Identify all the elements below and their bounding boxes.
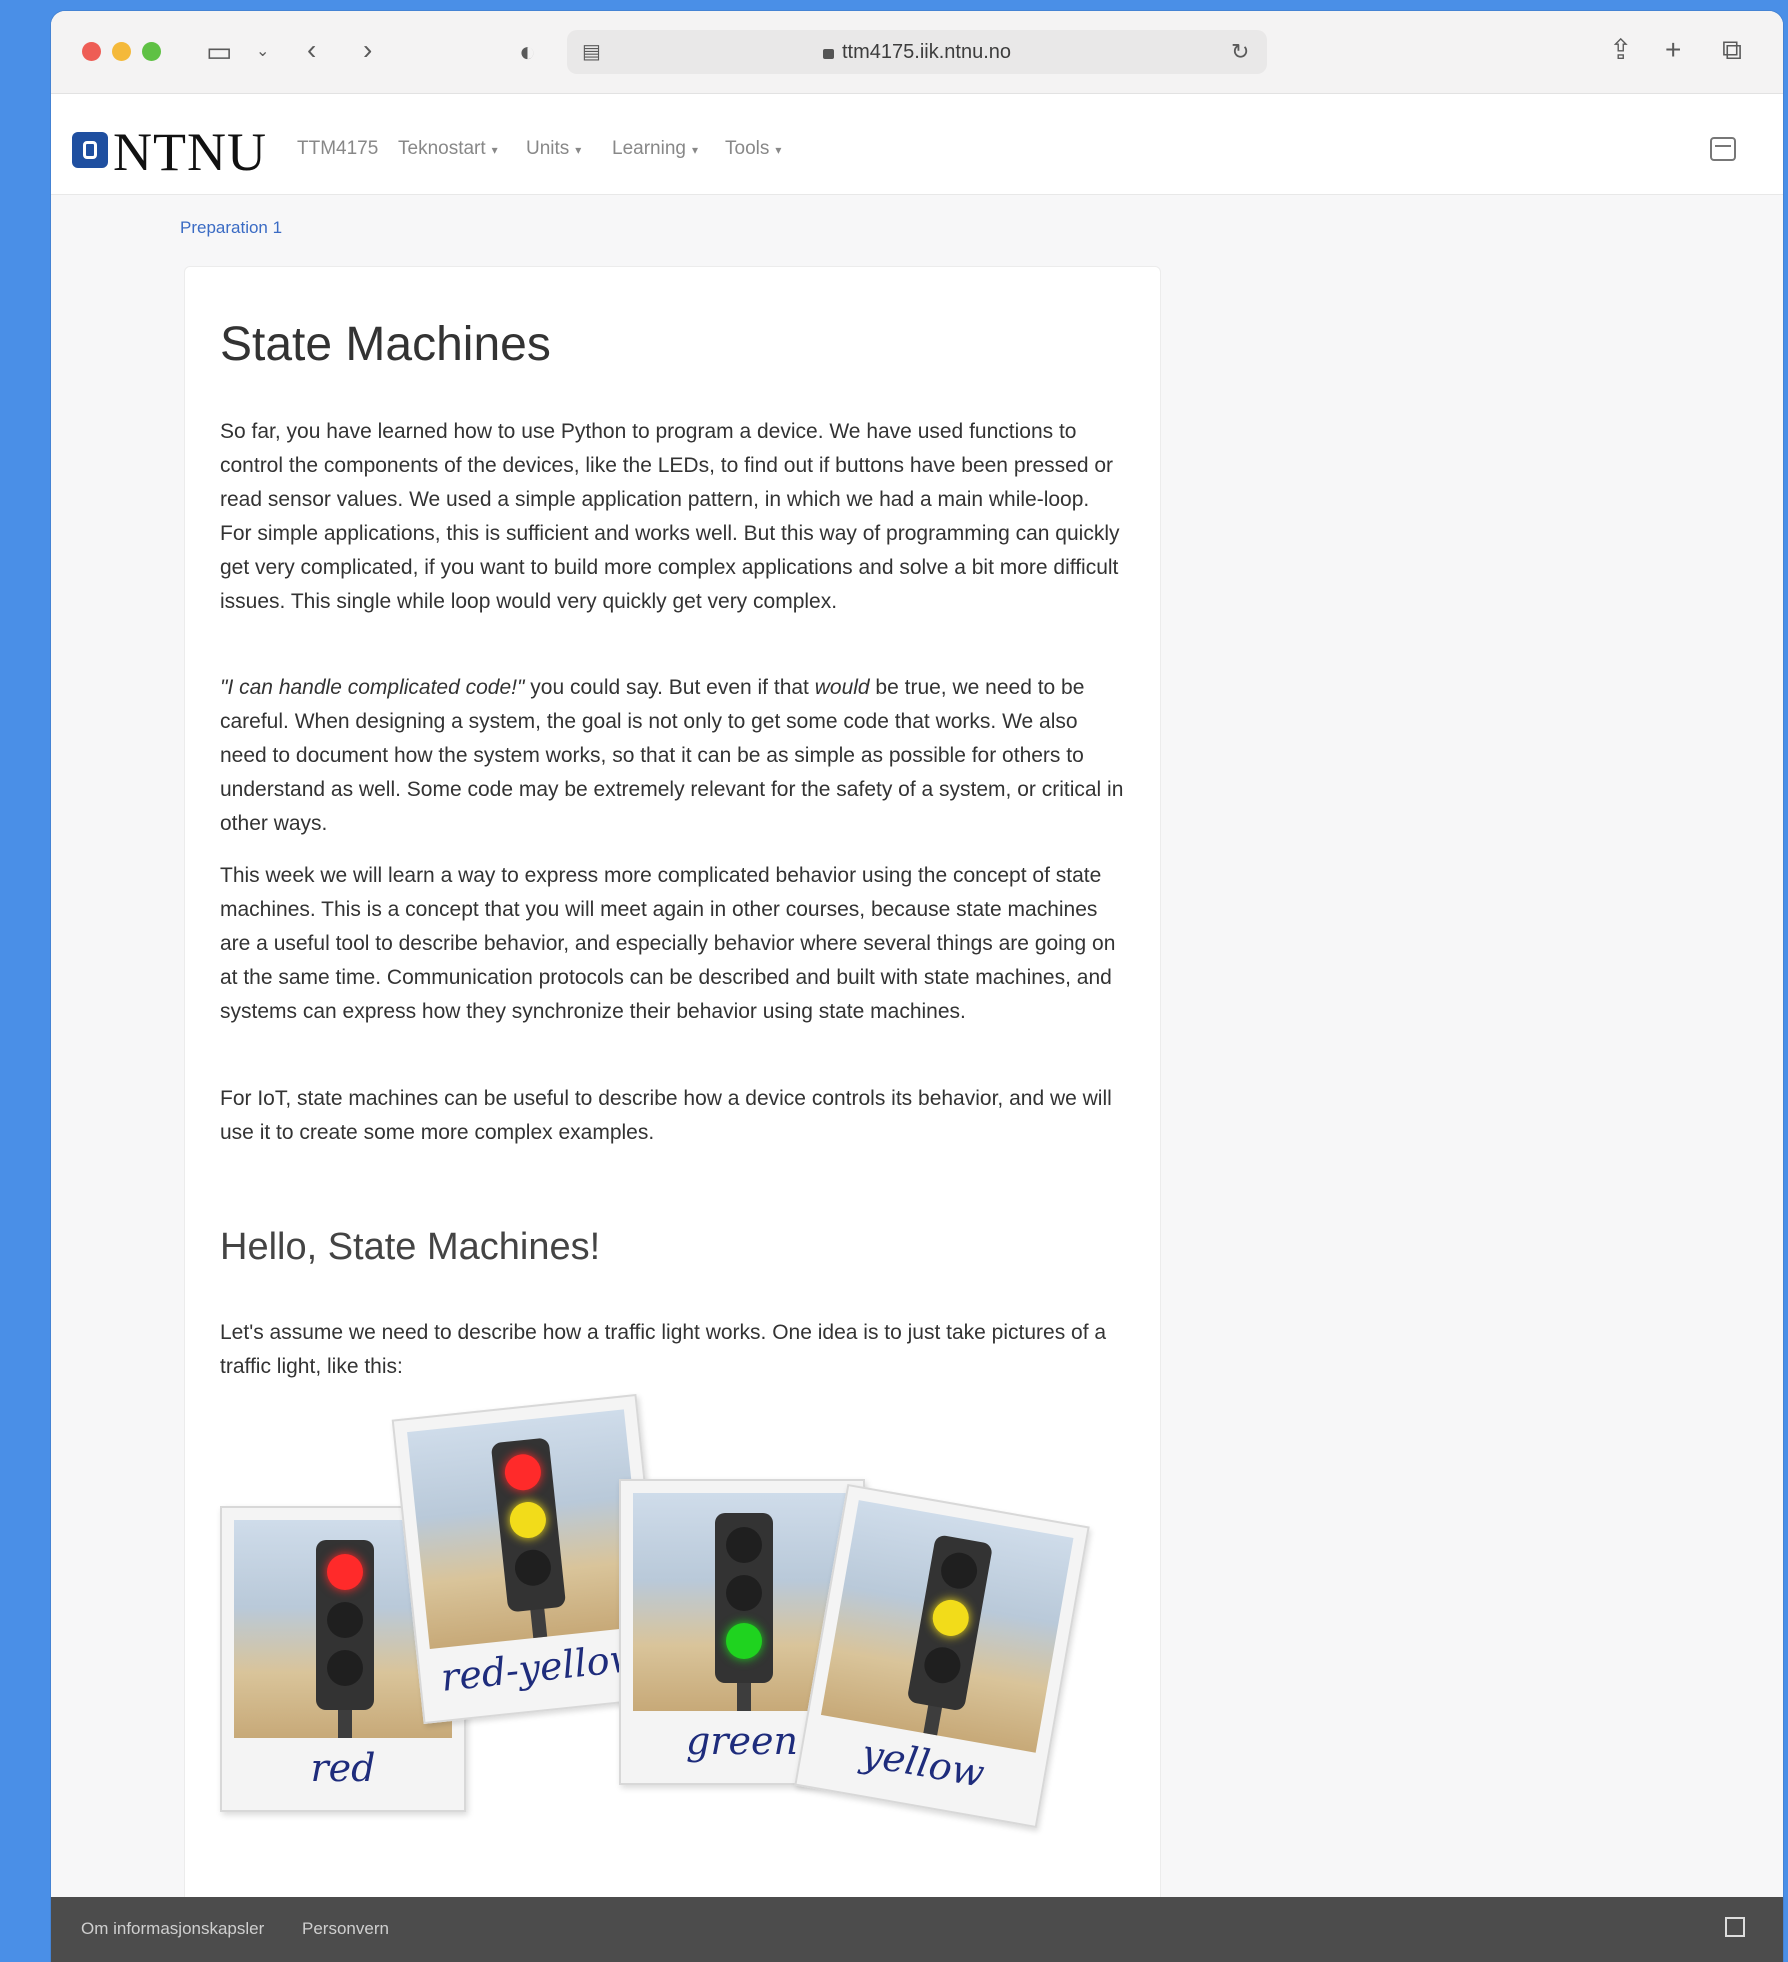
yellow-lamp [508,1500,548,1540]
photo-caption: red [310,1746,376,1790]
lock-icon [823,49,834,59]
red-lamp [938,1549,980,1592]
caret-down-icon: ▾ [691,143,698,157]
reload-icon[interactable]: ↻ [1231,38,1249,66]
new-tab-icon[interactable]: + [1665,36,1681,64]
red-lamp [503,1452,543,1493]
browser-window: ▭ ⌄ ‹ › ◐ ▤ ttm4175.iik.ntnu.no ↻ ⇪ + ⧉ … [51,11,1783,1962]
green-lamp [726,1623,762,1659]
traffic-light-housing [906,1534,994,1712]
minimize-window-button[interactable] [112,42,131,61]
caret-down-icon: ▾ [491,143,498,157]
caret-down-icon: ▾ [575,143,582,157]
url-text: ttm4175.iik.ntnu.no [842,41,1011,63]
nav-item-learning[interactable]: Learning ▾ [612,138,698,160]
traffic-light-housing [316,1540,374,1710]
traffic-light-housing [490,1437,567,1613]
edit-icon[interactable] [1725,1917,1745,1937]
nav-item-teknostart[interactable]: Teknostart ▾ [398,138,498,160]
paragraph-intro: So far, you have learned how to use Pyth… [220,420,1120,613]
zoom-window-button[interactable] [142,42,161,61]
tabs-overview-icon[interactable]: ⧉ [1722,36,1742,64]
photo-scene [407,1409,647,1649]
red-lamp [327,1554,363,1590]
content-card: State Machines So far, you have learned … [184,266,1161,1908]
green-lamp [513,1547,553,1588]
address-bar[interactable]: ▤ ttm4175.iik.ntnu.no ↻ [567,30,1267,74]
page-footer: Om informasjonskapsler Personvern [51,1897,1783,1962]
photo-scene [820,1500,1074,1753]
caret-down-icon: ▾ [775,143,782,157]
paragraph-careful: "I can handle complicated code!" you cou… [220,676,1124,835]
nav-item-tools[interactable]: Tools ▾ [725,138,781,160]
green-lamp [921,1644,964,1687]
site-navbar: NTNU TTM4175 Teknostart ▾ Units ▾ Learning… [51,94,1783,195]
section-heading: Hello, State Machines! [220,1226,601,1268]
chevron-down-icon[interactable]: ⌄ [256,38,269,66]
browser-toolbar: ▭ ⌄ ‹ › ◐ ▤ ttm4175.iik.ntnu.no ↻ ⇪ + ⧉ [51,11,1783,94]
nav-item-units[interactable]: Units ▾ [526,138,581,160]
shield-icon[interactable]: ◐ [519,38,536,66]
paragraph-traffic-light: Let's assume we need to describe how a t… [220,1321,1107,1378]
yellow-lamp [929,1597,972,1639]
red-lamp [726,1527,762,1563]
paragraph-this-week: This week we will learn a way to express… [220,864,1116,1023]
yellow-lamp [726,1575,762,1611]
breadcrumb[interactable]: Preparation 1 [180,218,282,238]
close-window-button[interactable] [82,42,101,61]
yellow-lamp [327,1602,363,1638]
paragraph-iot: For IoT, state machines can be useful to… [220,1087,1112,1144]
traffic-light-photo: yellow [794,1483,1090,1829]
page-title: State Machines [220,318,551,371]
ntnu-logo-icon[interactable] [72,132,108,168]
footer-link-privacy[interactable]: Personvern [302,1919,389,1939]
nav-item-ttm4175[interactable]: TTM4175 [297,138,378,160]
traffic-light-housing [715,1513,773,1683]
site-logo[interactable]: NTNU [113,121,267,183]
footer-link-cookies[interactable]: Om informasjonskapsler [81,1919,264,1939]
calendar-icon[interactable] [1710,137,1736,161]
forward-icon[interactable]: › [363,36,372,64]
sidebar-icon[interactable]: ▭ [206,38,232,66]
back-icon[interactable]: ‹ [307,36,316,64]
share-icon[interactable]: ⇪ [1609,36,1632,64]
green-lamp [327,1650,363,1686]
